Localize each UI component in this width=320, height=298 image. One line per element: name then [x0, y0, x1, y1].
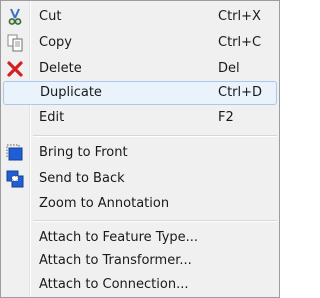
menu-item-shortcut: Del: [218, 61, 240, 76]
context-menu: Cut Ctrl+X Copy Ctrl+C Delete Del Duplic…: [0, 0, 280, 298]
menu-item-attach-to-transformer[interactable]: Attach to Transformer...: [3, 249, 277, 273]
menu-item-send-to-back[interactable]: Send to Back: [3, 167, 277, 191]
menu-item-shortcut: Ctrl+C: [218, 35, 262, 50]
menu-item-label: Delete: [39, 61, 82, 76]
menu-item-delete[interactable]: Delete Del: [3, 57, 277, 81]
menu-item-attach-to-connection[interactable]: Attach to Connection...: [3, 273, 277, 297]
menu-item-shortcut: Ctrl+D: [218, 85, 263, 100]
copy-icon: [5, 33, 25, 53]
menu-item-label: Edit: [39, 110, 65, 125]
menu-item-label: Attach to Connection...: [39, 277, 189, 292]
menu-item-label: Send to Back: [39, 171, 125, 186]
menu-item-attach-to-feature-type[interactable]: Attach to Feature Type...: [3, 226, 277, 250]
menu-separator: [33, 220, 277, 222]
menu-item-shortcut: F2: [218, 110, 234, 125]
menu-item-bring-to-front[interactable]: Bring to Front: [3, 141, 277, 165]
menu-item-shortcut: Ctrl+X: [218, 9, 261, 24]
delete-x-icon: [5, 59, 25, 79]
menu-item-label: Bring to Front: [39, 145, 128, 160]
send-to-back-icon: [5, 169, 25, 189]
menu-item-label: Zoom to Annotation: [39, 196, 170, 211]
menu-item-label: Attach to Feature Type...: [39, 230, 199, 245]
menu-item-label: Attach to Transformer...: [39, 253, 192, 268]
menu-item-label: Copy: [39, 35, 72, 50]
scissors-icon: [5, 7, 25, 27]
menu-item-label: Cut: [39, 9, 62, 24]
menu-separator: [33, 135, 277, 137]
menu-item-duplicate[interactable]: Duplicate Ctrl+D: [3, 81, 277, 105]
menu-item-cut[interactable]: Cut Ctrl+X: [3, 5, 277, 29]
menu-item-copy[interactable]: Copy Ctrl+C: [3, 31, 277, 55]
menu-item-zoom-to-annotation[interactable]: Zoom to Annotation: [3, 192, 277, 216]
menu-item-label: Duplicate: [40, 85, 102, 100]
bring-to-front-icon: [5, 143, 25, 163]
menu-item-edit[interactable]: Edit F2: [3, 106, 277, 130]
